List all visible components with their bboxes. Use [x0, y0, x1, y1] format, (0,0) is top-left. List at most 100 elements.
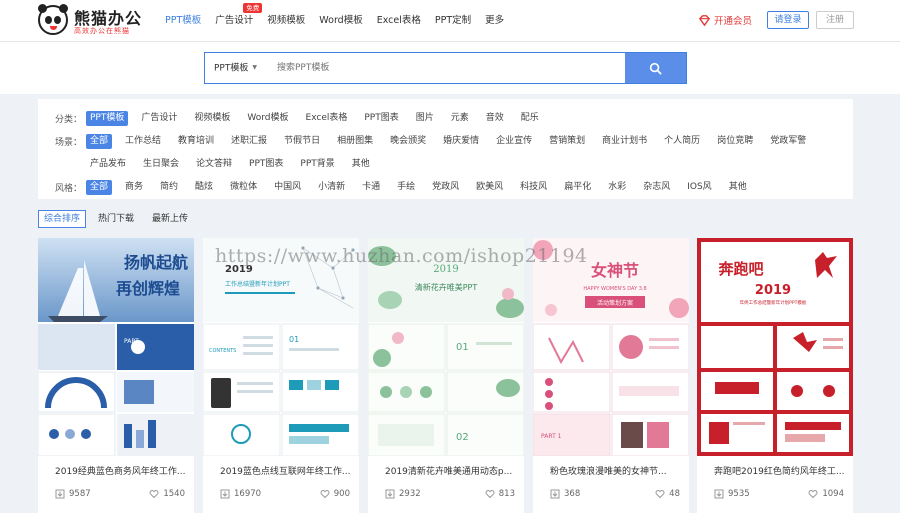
- diamond-icon: [698, 14, 711, 26]
- style-tag[interactable]: 科技风: [516, 180, 551, 195]
- nav-ad-design[interactable]: 广告设计 免费: [215, 3, 263, 29]
- style-tag[interactable]: 手绘: [393, 180, 419, 195]
- like-count[interactable]: 813: [485, 489, 515, 499]
- style-tag[interactable]: 杂志风: [639, 180, 674, 195]
- login-button[interactable]: 请登录: [767, 11, 809, 29]
- scene-tag[interactable]: 晚会颁奖: [386, 134, 430, 149]
- search-type-dropdown[interactable]: PPT模板 ▼: [205, 53, 267, 83]
- scene-tag[interactable]: PPT图表: [245, 157, 287, 172]
- style-tag[interactable]: 中国风: [270, 180, 305, 195]
- scene-tag[interactable]: 婚庆爱情: [439, 134, 483, 149]
- scene-tag[interactable]: 岗位竞聘: [713, 134, 757, 149]
- scene-tag[interactable]: 营销策划: [545, 134, 589, 149]
- thumb-subtitle: 年终工作总结暨新年计划PPT模板: [740, 299, 807, 306]
- style-tag[interactable]: 欧美风: [472, 180, 507, 195]
- search-button[interactable]: [625, 53, 686, 83]
- template-title[interactable]: 2019经典蓝色商务风年终工作...: [55, 464, 190, 477]
- search-icon: [649, 62, 662, 74]
- category-tag[interactable]: 广告设计: [137, 111, 181, 126]
- template-stats: 368 48: [550, 489, 680, 501]
- category-tag[interactable]: 图片: [412, 111, 438, 126]
- nav-ppt-custom[interactable]: PPT定制: [435, 13, 471, 29]
- scene-tag[interactable]: 教育培训: [174, 134, 218, 149]
- vip-link[interactable]: 开通会员: [698, 12, 752, 28]
- scene-tag[interactable]: 商业计划书: [598, 134, 651, 149]
- template-thumbnail[interactable]: 扬帆起航 再创辉煌 PART: [38, 238, 194, 456]
- category-tag[interactable]: 音效: [482, 111, 508, 126]
- template-title[interactable]: 奔跑吧2019红色简约风年终工...: [714, 464, 849, 477]
- sort-comprehensive[interactable]: 综合排序: [38, 210, 87, 228]
- nav-excel-sheets[interactable]: Excel表格: [377, 13, 421, 29]
- template-thumbnail[interactable]: 奔跑吧 2019 年终工作总结暨新年计划PPT模板: [697, 238, 853, 456]
- scene-tag[interactable]: 企业宣传: [492, 134, 536, 149]
- style-tag[interactable]: 水彩: [604, 180, 630, 195]
- style-tag[interactable]: 酷炫: [191, 180, 217, 195]
- category-tag[interactable]: PPT图表: [360, 111, 402, 126]
- vip-label: 开通会员: [714, 16, 753, 27]
- like-count[interactable]: 900: [320, 489, 350, 499]
- template-card[interactable]: 扬帆起航 再创辉煌 PART 2019经典蓝色商务风年终工作... 9587 1…: [38, 238, 194, 513]
- search-input[interactable]: [267, 53, 625, 83]
- scene-tag[interactable]: 党政军警: [766, 134, 810, 149]
- category-tag[interactable]: Word模板: [243, 111, 292, 126]
- nav-word-templates[interactable]: Word模板: [319, 13, 362, 29]
- style-tag[interactable]: 简约: [156, 180, 182, 195]
- style-tag[interactable]: IOS风: [683, 180, 715, 195]
- style-tag[interactable]: 党政风: [428, 180, 463, 195]
- template-card[interactable]: 2019 工作总结暨新年计划PPT CONTENTS 01 2019蓝色点线互联…: [203, 238, 359, 513]
- caret-down-icon: ▼: [252, 64, 257, 71]
- scene-tag[interactable]: 其他: [348, 157, 374, 172]
- style-tag[interactable]: 全部: [86, 179, 113, 195]
- like-count[interactable]: 1094: [808, 489, 844, 499]
- scene-tag[interactable]: 产品发布: [86, 157, 130, 172]
- download-icon: [55, 489, 65, 499]
- free-badge: 免费: [243, 3, 263, 13]
- template-title[interactable]: 2019蓝色点线互联网年终工作...: [220, 464, 355, 477]
- style-tag[interactable]: 商务: [121, 180, 147, 195]
- like-count[interactable]: 1540: [149, 489, 185, 499]
- category-filter-row: 分类： PPT模板 广告设计 视频模板 Word模板 Excel表格 PPT图表 图片 元素音…: [38, 109, 552, 127]
- thumb-title: 工作总结暨新年计划PPT: [225, 280, 290, 288]
- thumb-part-label: PART: [124, 338, 139, 345]
- heart-icon: [655, 490, 665, 499]
- main-nav: PPT模板 广告设计 免费 视频模板 Word模板 Excel表格 PPT定制 更…: [165, 3, 518, 29]
- template-thumbnail[interactable]: 2019 清新花卉唯美PPT 01 02: [368, 238, 524, 456]
- download-count: 368: [550, 489, 580, 499]
- scene-tag[interactable]: PPT背景: [296, 157, 338, 172]
- style-tag[interactable]: 扁平化: [560, 180, 595, 195]
- template-card[interactable]: 女神节 HAPPY WOMEN'S DAY 3.8 活动策划方案 PART 1 …: [533, 238, 689, 513]
- template-title[interactable]: 粉色玫瑰浪漫唯美的女神节...: [550, 464, 685, 477]
- style-tag[interactable]: 小清新: [314, 180, 349, 195]
- style-tag[interactable]: 其他: [725, 180, 751, 195]
- sort-latest[interactable]: 最新上传: [146, 210, 194, 228]
- template-thumbnail[interactable]: 女神节 HAPPY WOMEN'S DAY 3.8 活动策划方案 PART 1: [533, 238, 689, 456]
- category-tag[interactable]: 配乐: [517, 111, 543, 126]
- scene-tag[interactable]: 相册图集: [333, 134, 377, 149]
- category-tag[interactable]: Excel表格: [302, 111, 352, 126]
- scene-tag[interactable]: 工作总结: [121, 134, 165, 149]
- nav-ppt-templates[interactable]: PPT模板: [165, 13, 201, 29]
- nav-more[interactable]: 更多: [485, 13, 504, 29]
- like-count[interactable]: 48: [655, 489, 680, 499]
- scene-tag[interactable]: 论文答辩: [192, 157, 236, 172]
- register-button[interactable]: 注册: [816, 11, 854, 29]
- sort-popular[interactable]: 热门下载: [92, 210, 140, 228]
- site-logo[interactable]: 熊猫办公 高效办公在熊猫: [38, 4, 148, 37]
- top-header: 熊猫办公 高效办公在熊猫 PPT模板 广告设计 免费 视频模板 Word模板 Ex…: [0, 0, 900, 42]
- download-count: 16970: [220, 489, 261, 499]
- category-tag[interactable]: PPT模板: [86, 110, 129, 126]
- nav-video-templates[interactable]: 视频模板: [267, 13, 305, 29]
- scene-tag[interactable]: 全部: [86, 133, 113, 149]
- style-tag[interactable]: 卡通: [358, 180, 384, 195]
- template-title[interactable]: 2019清新花卉唯美通用动态p...: [385, 464, 520, 477]
- scene-tag[interactable]: 生日聚会: [139, 157, 183, 172]
- style-tag[interactable]: 微粒体: [226, 180, 261, 195]
- scene-tag[interactable]: 述职汇报: [227, 134, 271, 149]
- scene-tag[interactable]: 个人简历: [660, 134, 704, 149]
- template-card[interactable]: 2019 清新花卉唯美PPT 01 02 2019清新花卉唯美通用动态p...: [368, 238, 524, 513]
- template-thumbnail[interactable]: 2019 工作总结暨新年计划PPT CONTENTS 01: [203, 238, 359, 456]
- template-card[interactable]: 奔跑吧 2019 年终工作总结暨新年计划PPT模板 奔跑吧2019红色简约风年终…: [697, 238, 853, 513]
- category-tag[interactable]: 视频模板: [190, 111, 234, 126]
- category-tag[interactable]: 元素: [447, 111, 473, 126]
- scene-tag[interactable]: 节假节日: [280, 134, 324, 149]
